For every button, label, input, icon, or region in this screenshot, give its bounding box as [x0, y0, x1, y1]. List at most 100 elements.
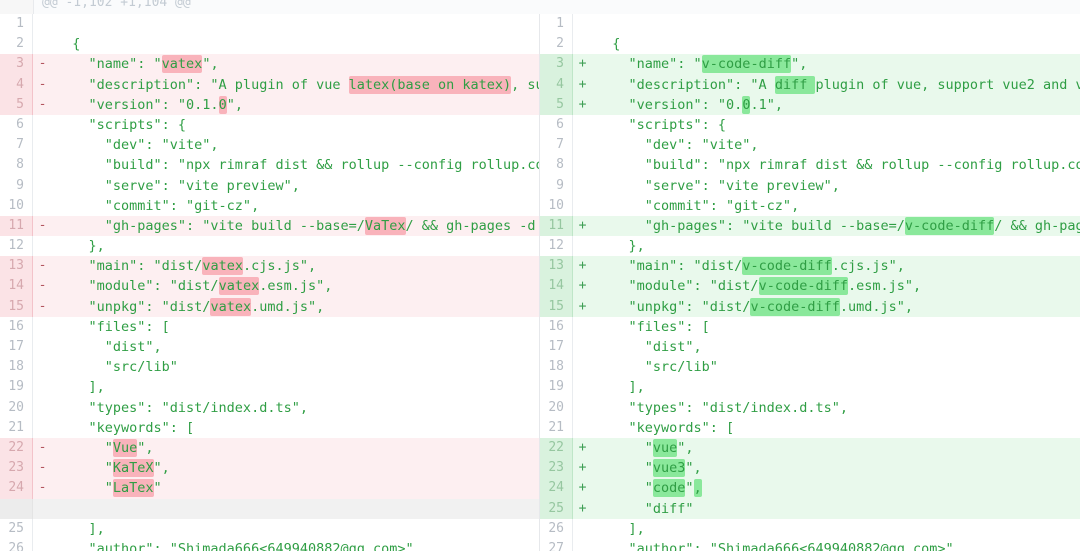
code-line[interactable]: "types": "dist/index.d.ts", — [52, 398, 539, 418]
diff-row[interactable]: 26 ], — [540, 519, 1080, 539]
code-line[interactable]: "gh-pages": "vite build --base=/VaTex/ &… — [52, 216, 539, 236]
code-line[interactable]: "keywords": [ — [52, 418, 539, 438]
diff-row[interactable]: 19 ], — [540, 377, 1080, 397]
code-line[interactable]: "commit": "git-cz", — [592, 196, 1080, 216]
code-line[interactable]: "version": "0.0.1", — [592, 95, 1080, 115]
code-line[interactable]: "commit": "git-cz", — [52, 196, 539, 216]
diff-row[interactable]: 23- "KaTeX", — [0, 458, 539, 478]
code-line[interactable]: "src/lib" — [592, 357, 1080, 377]
diff-row[interactable]: 13+ "main": "dist/v-code-diff.cjs.js", — [540, 256, 1080, 276]
diff-row[interactable]: 18 "src/lib" — [540, 357, 1080, 377]
code-line[interactable]: "build": "npx rimraf dist && rollup --co… — [52, 155, 539, 175]
diff-row[interactable]: 22- "Vue", — [0, 438, 539, 458]
code-line[interactable]: "files": [ — [592, 317, 1080, 337]
diff-row[interactable]: 9 "serve": "vite preview", — [540, 176, 1080, 196]
code-line[interactable]: "author": "Shimada666<649940882@qq.com>"… — [592, 539, 1080, 551]
diff-row[interactable]: 19 ], — [0, 377, 539, 397]
diff-row[interactable]: 16 "files": [ — [540, 317, 1080, 337]
code-line[interactable]: "module": "dist/vatex.esm.js", — [52, 276, 539, 296]
diff-row[interactable]: 11+ "gh-pages": "vite build --base=/v-co… — [540, 216, 1080, 236]
diff-row[interactable]: 14+ "module": "dist/v-code-diff.esm.js", — [540, 276, 1080, 296]
diff-row[interactable]: 12 }, — [540, 236, 1080, 256]
diff-row[interactable]: 14- "module": "dist/vatex.esm.js", — [0, 276, 539, 296]
code-line[interactable]: "build": "npx rimraf dist && rollup --co… — [592, 155, 1080, 175]
diff-row[interactable] — [0, 499, 539, 519]
diff-row[interactable]: 2 { — [540, 34, 1080, 54]
code-line[interactable]: "unpkg": "dist/vatex.umd.js", — [52, 297, 539, 317]
code-line[interactable]: "scripts": { — [592, 115, 1080, 135]
diff-row[interactable]: 4- "description": "A plugin of vue latex… — [0, 75, 539, 95]
code-line[interactable]: }, — [592, 236, 1080, 256]
code-line[interactable]: "vue", — [592, 438, 1080, 458]
diff-row[interactable]: 15+ "unpkg": "dist/v-code-diff.umd.js", — [540, 297, 1080, 317]
code-line[interactable]: "vue3", — [592, 458, 1080, 478]
diff-row[interactable]: 1 — [540, 14, 1080, 34]
diff-row[interactable]: 24+ "code", — [540, 478, 1080, 498]
code-line[interactable]: "dev": "vite", — [592, 135, 1080, 155]
code-line[interactable]: "serve": "vite preview", — [592, 176, 1080, 196]
code-line[interactable]: "gh-pages": "vite build --base=/v-code-d… — [592, 216, 1080, 236]
diff-row[interactable]: 4+ "description": "A diff plugin of vue,… — [540, 75, 1080, 95]
code-line[interactable]: "main": "dist/vatex.cjs.js", — [52, 256, 539, 276]
code-line[interactable] — [592, 14, 1080, 34]
diff-row[interactable]: 22+ "vue", — [540, 438, 1080, 458]
diff-row[interactable]: 27 "author": "Shimada666<649940882@qq.co… — [540, 539, 1080, 551]
diff-row[interactable]: 9 "serve": "vite preview", — [0, 176, 539, 196]
diff-row[interactable]: 3+ "name": "v-code-diff", — [540, 54, 1080, 74]
diff-row[interactable]: 17 "dist", — [540, 337, 1080, 357]
code-line[interactable]: ], — [52, 519, 539, 539]
diff-row[interactable]: 8 "build": "npx rimraf dist && rollup --… — [540, 155, 1080, 175]
diff-row[interactable]: 18 "src/lib" — [0, 357, 539, 377]
code-line[interactable]: "scripts": { — [52, 115, 539, 135]
diff-row[interactable]: 24- "LaTex" — [0, 478, 539, 498]
diff-row[interactable]: 21 "keywords": [ — [0, 418, 539, 438]
code-line[interactable]: "code", — [592, 478, 1080, 498]
diff-row[interactable]: 21 "keywords": [ — [540, 418, 1080, 438]
code-line[interactable]: { — [592, 34, 1080, 54]
diff-row[interactable]: 5+ "version": "0.0.1", — [540, 95, 1080, 115]
code-line[interactable]: "types": "dist/index.d.ts", — [592, 398, 1080, 418]
code-line[interactable]: ], — [592, 519, 1080, 539]
diff-row[interactable]: 25+ "diff" — [540, 499, 1080, 519]
diff-row[interactable]: 6 "scripts": { — [0, 115, 539, 135]
diff-row[interactable]: 6 "scripts": { — [540, 115, 1080, 135]
diff-row[interactable]: 10 "commit": "git-cz", — [540, 196, 1080, 216]
code-line[interactable]: "Vue", — [52, 438, 539, 458]
diff-row[interactable]: 20 "types": "dist/index.d.ts", — [540, 398, 1080, 418]
diff-row[interactable]: 11- "gh-pages": "vite build --base=/VaTe… — [0, 216, 539, 236]
diff-row[interactable]: 16 "files": [ — [0, 317, 539, 337]
code-line[interactable]: "diff" — [592, 499, 1080, 519]
code-line[interactable]: "module": "dist/v-code-diff.esm.js", — [592, 276, 1080, 296]
code-line[interactable]: ], — [592, 377, 1080, 397]
code-line[interactable]: "name": "v-code-diff", — [592, 54, 1080, 74]
diff-row[interactable]: 23+ "vue3", — [540, 458, 1080, 478]
diff-pane-new[interactable]: 12 {3+ "name": "v-code-diff",4+ "descrip… — [540, 14, 1080, 551]
code-line[interactable]: "author": "Shimada666<649940882@qq.com>"… — [52, 539, 539, 551]
code-line[interactable]: "files": [ — [52, 317, 539, 337]
diff-pane-old[interactable]: 12 {3- "name": "vatex",4- "description":… — [0, 14, 540, 551]
diff-row[interactable]: 20 "types": "dist/index.d.ts", — [0, 398, 539, 418]
diff-row[interactable]: 26 "author": "Shimada666<649940882@qq.co… — [0, 539, 539, 551]
code-line[interactable]: { — [52, 34, 539, 54]
code-line[interactable]: "src/lib" — [52, 357, 539, 377]
diff-row[interactable]: 3- "name": "vatex", — [0, 54, 539, 74]
diff-row[interactable]: 17 "dist", — [0, 337, 539, 357]
diff-row[interactable]: 7 "dev": "vite", — [0, 135, 539, 155]
code-line[interactable]: "keywords": [ — [592, 418, 1080, 438]
diff-row[interactable]: 1 — [0, 14, 539, 34]
code-line[interactable]: "dist", — [592, 337, 1080, 357]
code-line[interactable]: "name": "vatex", — [52, 54, 539, 74]
code-line[interactable] — [52, 14, 539, 34]
diff-row[interactable]: 13- "main": "dist/vatex.cjs.js", — [0, 256, 539, 276]
code-line[interactable]: "dev": "vite", — [52, 135, 539, 155]
code-line[interactable]: "unpkg": "dist/v-code-diff.umd.js", — [592, 297, 1080, 317]
code-line[interactable]: ], — [52, 377, 539, 397]
code-line[interactable]: "KaTeX", — [52, 458, 539, 478]
code-line[interactable]: }, — [52, 236, 539, 256]
code-line[interactable]: "LaTex" — [52, 478, 539, 498]
code-line[interactable]: "description": "A diff plugin of vue, su… — [592, 75, 1080, 95]
code-line[interactable]: "dist", — [52, 337, 539, 357]
diff-row[interactable]: 15- "unpkg": "dist/vatex.umd.js", — [0, 297, 539, 317]
diff-row[interactable]: 7 "dev": "vite", — [540, 135, 1080, 155]
diff-row[interactable]: 25 ], — [0, 519, 539, 539]
